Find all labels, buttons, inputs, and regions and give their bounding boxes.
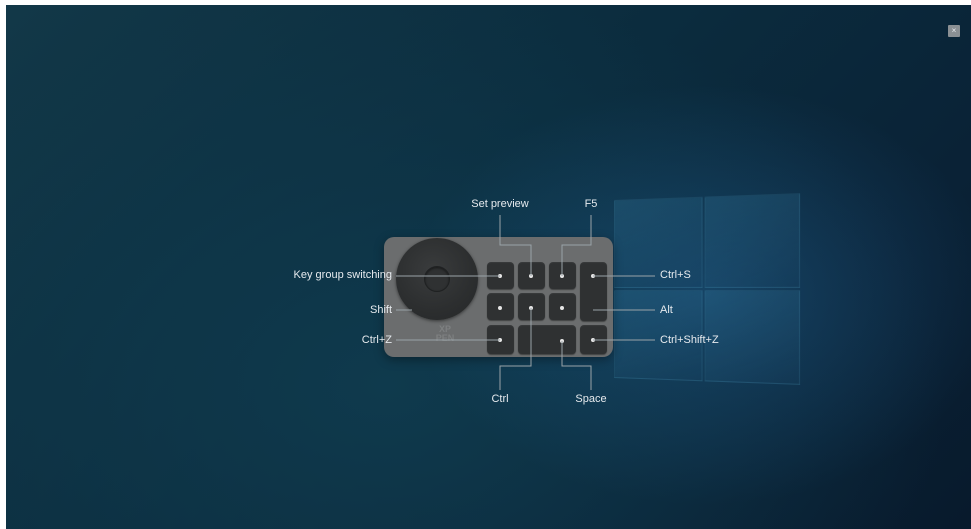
label-f5: F5 bbox=[584, 198, 598, 210]
label-ctrl-s: Ctrl+S bbox=[660, 269, 691, 281]
label-ctrl-shift-z: Ctrl+Shift+Z bbox=[660, 334, 719, 346]
label-key-group-switching: Key group switching bbox=[293, 269, 392, 281]
label-ctrl-z: Ctrl+Z bbox=[361, 334, 392, 346]
leader-lines bbox=[396, 215, 655, 390]
label-ctrl: Ctrl bbox=[491, 393, 509, 405]
label-shift: Shift bbox=[369, 304, 392, 316]
label-space: Space bbox=[575, 393, 607, 405]
label-set-preview: Set preview bbox=[471, 198, 529, 210]
label-alt: Alt bbox=[660, 304, 673, 316]
